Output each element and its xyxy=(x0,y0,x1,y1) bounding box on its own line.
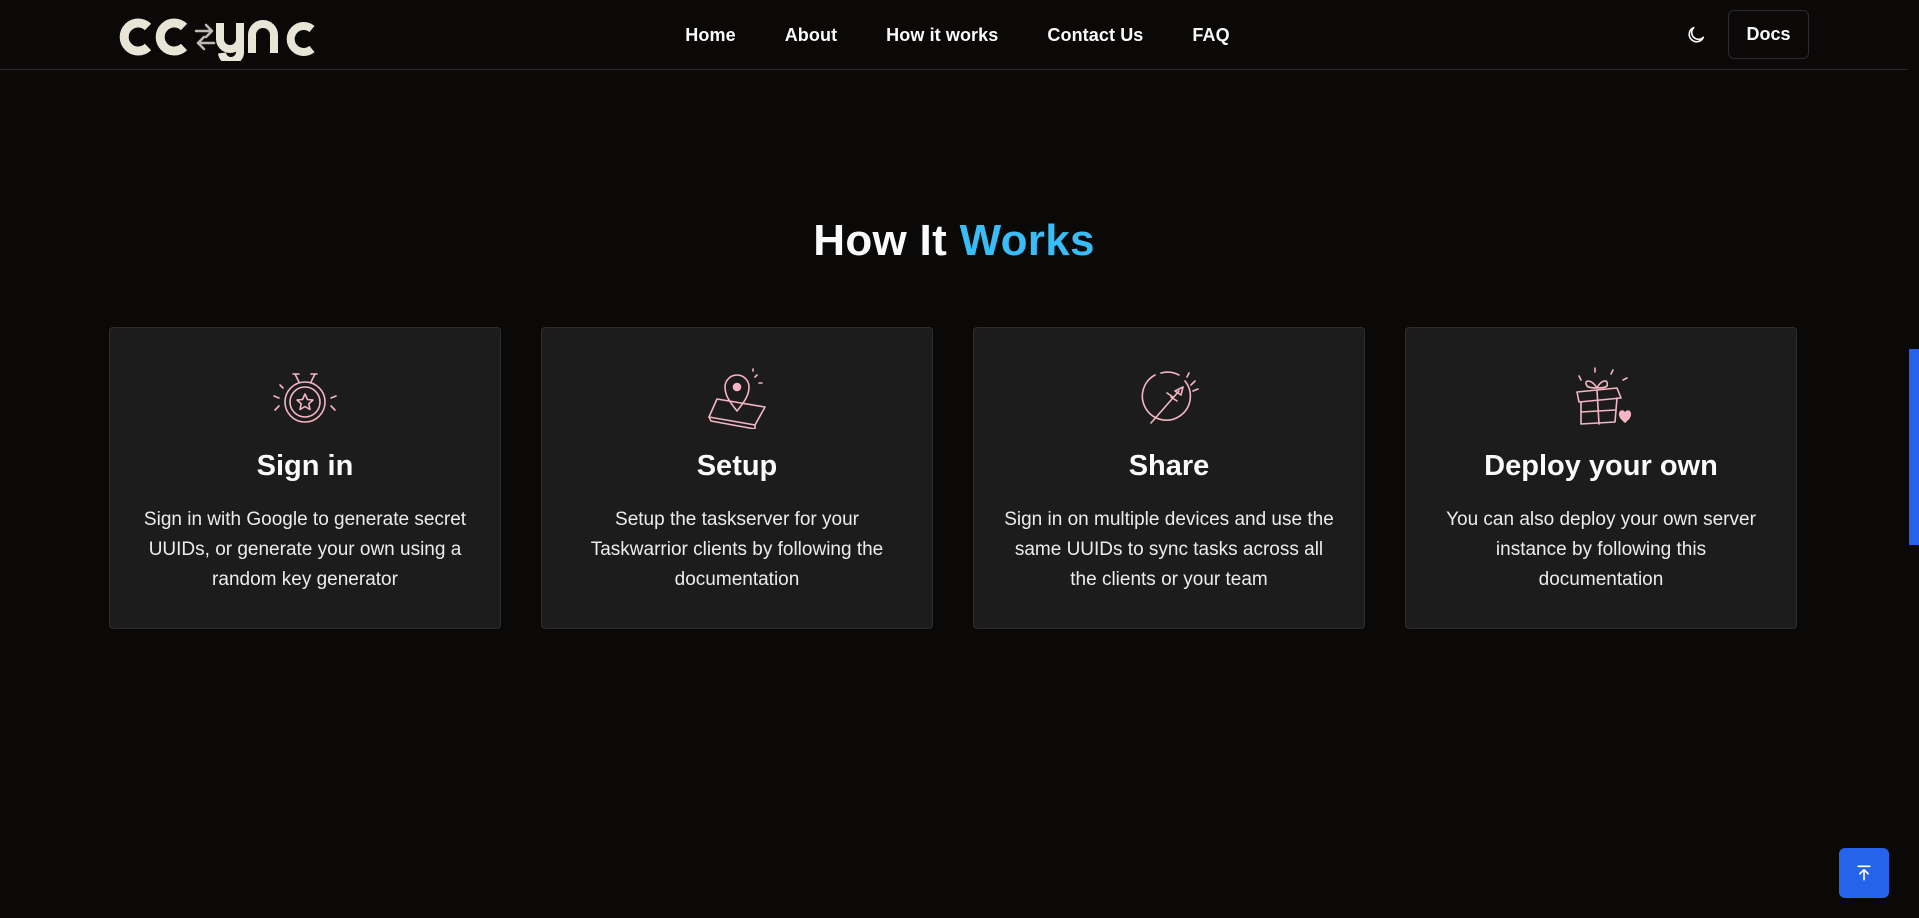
card-text: Sign in with Google to generate secret U… xyxy=(143,509,467,590)
nav-home[interactable]: Home xyxy=(685,25,735,46)
gift-box-icon xyxy=(1565,362,1637,434)
scrollbar-thumb[interactable] xyxy=(1909,349,1919,545)
map-pin-icon xyxy=(701,362,773,434)
stopwatch-star-icon xyxy=(269,362,341,434)
card-title: Deploy your own xyxy=(1484,450,1718,482)
nav-about[interactable]: About xyxy=(785,25,837,46)
nav-faq[interactable]: FAQ xyxy=(1192,25,1229,46)
card-share: Share Sign in on multiple devices and us… xyxy=(973,327,1365,629)
rocket-planet-icon xyxy=(1133,362,1205,434)
scroll-to-top-button[interactable] xyxy=(1839,848,1889,898)
card-text: Sign in on multiple devices and use the … xyxy=(1004,509,1334,590)
theme-toggle-button[interactable] xyxy=(1683,22,1709,48)
arrow-up-to-line-icon xyxy=(1857,865,1871,881)
how-it-works-cards: Sign in Sign in with Google to generate … xyxy=(109,327,1799,629)
card-title: Setup xyxy=(696,450,778,482)
card-title: Share xyxy=(1128,450,1210,482)
card-sign-in: Sign in Sign in with Google to generate … xyxy=(109,327,501,629)
card-text: Setup the taskserver for your Taskwarrio… xyxy=(590,509,884,590)
moon-icon xyxy=(1688,26,1705,43)
card-setup: Setup Setup the taskserver for your Task… xyxy=(541,327,933,629)
card-title: Sign in xyxy=(256,450,354,482)
card-deploy-your-own: Deploy your own You can also deploy your… xyxy=(1405,327,1797,629)
section-title: How It Works xyxy=(0,216,1908,266)
site-header: Home About How it works Contact Us FAQ D… xyxy=(0,0,1908,70)
section-title-main: How It xyxy=(813,216,948,265)
card-text: You can also deploy your own server inst… xyxy=(1446,509,1756,590)
ccsync-logo-graphic xyxy=(119,18,315,61)
nav-contact-us[interactable]: Contact Us xyxy=(1047,25,1143,46)
page: Home About How it works Contact Us FAQ D… xyxy=(0,0,1919,918)
nav-how-it-works[interactable]: How it works xyxy=(886,25,998,46)
docs-button[interactable]: Docs xyxy=(1728,10,1809,59)
section-title-accent: Works xyxy=(959,216,1095,265)
ccsync-logo[interactable] xyxy=(118,13,338,61)
